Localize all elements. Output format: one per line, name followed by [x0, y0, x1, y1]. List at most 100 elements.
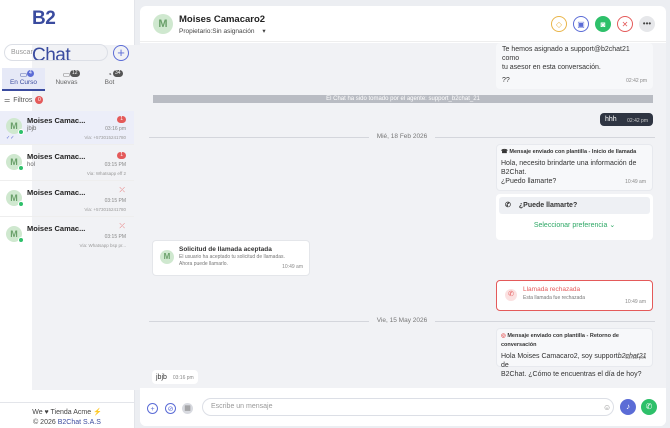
tab-en-curso[interactable]: ▭ 4 En Curso [2, 68, 45, 91]
chat-header: M Moises Camacaro2 Propietario:Sin asign… [140, 6, 666, 42]
more-options-icon[interactable]: ••• [639, 16, 655, 32]
phone-icon: ✆ [505, 202, 511, 209]
message-time: 03:16 pm [172, 375, 194, 381]
chat-panel: M Moises Camacaro2 Propietario:Sin asign… [140, 6, 666, 426]
conversation-item[interactable]: M Moises Camac... ⤫ 03:15 PM Via: +57301… [0, 183, 134, 217]
message-time: 03:15 PM [104, 234, 126, 240]
caret-down-icon: ▾ [262, 28, 266, 35]
filter-icon: ⚌ [4, 97, 11, 104]
add-attachment-icon[interactable]: + [147, 403, 158, 414]
add-conversation-button[interactable]: + [113, 45, 129, 61]
message-time: 03:15 PM [104, 162, 126, 168]
footer-copyright: © 2026 [33, 419, 56, 426]
whatsapp-icon [18, 165, 24, 171]
chevron-down-icon: ⌄ [609, 222, 616, 229]
sidebar-footer: We ♥ Tienda Acme ⚡ © 2026 B2Chat S.A.S [0, 402, 134, 428]
message-time: 03:15 pm [625, 355, 646, 361]
via-channel: Via: Whatsapp eff 2 [86, 171, 126, 176]
whatsapp-button-icon[interactable]: ◙ [595, 16, 611, 32]
template-icon[interactable]: ▦ [182, 403, 193, 414]
missed-call-icon: ⤫ [119, 187, 125, 194]
call-permission-card: ✆ ¿Puede llamarte? Seleccionar preferenci… [496, 194, 653, 240]
date-separator: Mié, 18 Feb 2026 [149, 132, 655, 142]
template-message: ☎ Mensaje enviado con plantilla - Inicio… [496, 144, 653, 191]
header-actions: ◇ ▣ ◙ ✕ ••• [551, 16, 655, 32]
message-time: 02:42 pm [626, 78, 647, 84]
message-text: Te hemos asignado a support@b2chat21 com… [502, 46, 630, 62]
whatsapp-icon [18, 201, 24, 207]
conversation-item[interactable]: M Moises Camac... jbjb 1 03:16 pm ✓✓ Via… [0, 111, 134, 145]
outgoing-message: Te hemos asignado a support@b2chat21 com… [496, 43, 653, 89]
message-time: 10:49 am [282, 264, 303, 270]
message-time: 10:49 am [625, 179, 646, 185]
owner-selector[interactable]: Propietario:Sin asignación ▾ [179, 27, 266, 35]
search-input[interactable]: Buscar [4, 44, 108, 61]
unread-badge: 1 [117, 116, 126, 123]
message-input[interactable]: Escribe un mensaje [202, 398, 614, 416]
avatar: M [6, 154, 24, 171]
tab-count: 12 [70, 70, 80, 77]
microphone-button[interactable]: ♪ [620, 399, 636, 415]
message-text: jbjb [156, 374, 167, 381]
footer-tagline: We ♥ Tienda Acme ⚡ [32, 409, 102, 416]
conversation-item[interactable]: M Moises Camac... hol 1 03:15 PM Via: Wh… [0, 147, 134, 181]
tag-icon[interactable]: ◇ [551, 16, 567, 32]
message-text: B2Chat. ¿Cómo te encuentras el día de ho… [501, 371, 642, 378]
template-title: ◎ Mensaje enviado con plantilla - Retorn… [501, 333, 619, 348]
transfer-icon[interactable]: ▣ [573, 16, 589, 32]
avatar: M [6, 118, 24, 135]
filters-label: Filtros [13, 96, 33, 104]
sidebar: B2 Chat Buscar + ▭ 4 En Curso ▭ 12 Nuevas ◔ 34… [0, 0, 558, 428]
contact-name: Moises Camac... [27, 116, 86, 125]
tab-bot[interactable]: ◔ 34 Bot [88, 68, 131, 91]
date-separator: Vie, 15 May 2026 [149, 316, 655, 326]
rejected-call-icon: ✆ [505, 289, 517, 301]
avatar: M [160, 250, 174, 264]
via-channel: Via: +573015241780 [84, 207, 126, 212]
call-button[interactable]: ✆ [641, 399, 657, 415]
card-title: Solicitud de llamada aceptada [179, 246, 272, 253]
b2chat-logo: B2 Chat [32, 8, 558, 390]
message-time: 10:49 am [625, 299, 646, 305]
message-text: B2Chat. [501, 169, 527, 176]
avatar: M [6, 190, 24, 207]
filters-count: 0 [35, 96, 44, 104]
via-channel: Via: Whatsapp bsp pr... [79, 243, 126, 248]
close-chat-icon[interactable]: ✕ [617, 16, 633, 32]
contact-avatar: M [153, 14, 173, 34]
conversation-tabs: ▭ 4 En Curso ▭ 12 Nuevas ◔ 34 Bot [2, 68, 131, 91]
select-preference-button[interactable]: Seleccionar preferencia ⌄ [499, 221, 650, 230]
contact-name: Moises Camacaro2 [179, 14, 266, 25]
system-notice: El Chat ha sido tomado por el agente: su… [153, 95, 653, 103]
tab-count: 4 [27, 70, 34, 77]
message-time: 03:15 PM [104, 198, 126, 204]
call-rejected-card: ✆ Llamada rechazada Esta llamada fue rec… [496, 280, 653, 311]
owner-label: Propietario: [179, 28, 213, 35]
footer-link[interactable]: B2Chat S.A.S [58, 419, 101, 426]
message-text: tu asesor en esta conversación. [502, 64, 601, 71]
filters-button[interactable]: ⚌ Filtros 0 [4, 96, 44, 104]
message-time: 02:42 pm [627, 118, 648, 124]
conversation-item[interactable]: M Moises Camac... ⤫ 03:15 PM Via: Whatsa… [0, 219, 134, 253]
message-list: Te hemos asignado a support@b2chat21 com… [140, 43, 666, 388]
tab-label: En Curso [9, 79, 38, 86]
emoji-icon[interactable]: ☺ [603, 403, 611, 412]
tab-nuevas[interactable]: ▭ 12 Nuevas [45, 68, 88, 91]
unread-badge: 1 [117, 152, 126, 159]
quick-reply-icon[interactable]: ⊘ [165, 403, 176, 414]
read-check-icon: ✓✓ [6, 135, 15, 141]
whatsapp-icon [18, 129, 24, 135]
return-icon: ◎ [501, 333, 506, 339]
composer: + ⊘ ▦ Escribe un mensaje ☺ ♪ ✆ [140, 389, 666, 426]
tab-count: 34 [113, 70, 123, 77]
avatar: M [6, 226, 24, 243]
incoming-message: jbjb 03:16 pm [152, 370, 198, 384]
template-message: ◎ Mensaje enviado con plantilla - Retorn… [496, 328, 653, 378]
whatsapp-icon [18, 237, 24, 243]
outgoing-message: hhh 02:42 pm [600, 113, 653, 126]
last-message: jbjb [27, 126, 37, 132]
call-question: ✆ ¿Puede llamarte? [499, 197, 650, 214]
phone-icon: ☎ [501, 149, 508, 155]
message-text: Hola, necesito brindarte una información… [501, 160, 637, 167]
message-text: hhh [605, 116, 617, 123]
